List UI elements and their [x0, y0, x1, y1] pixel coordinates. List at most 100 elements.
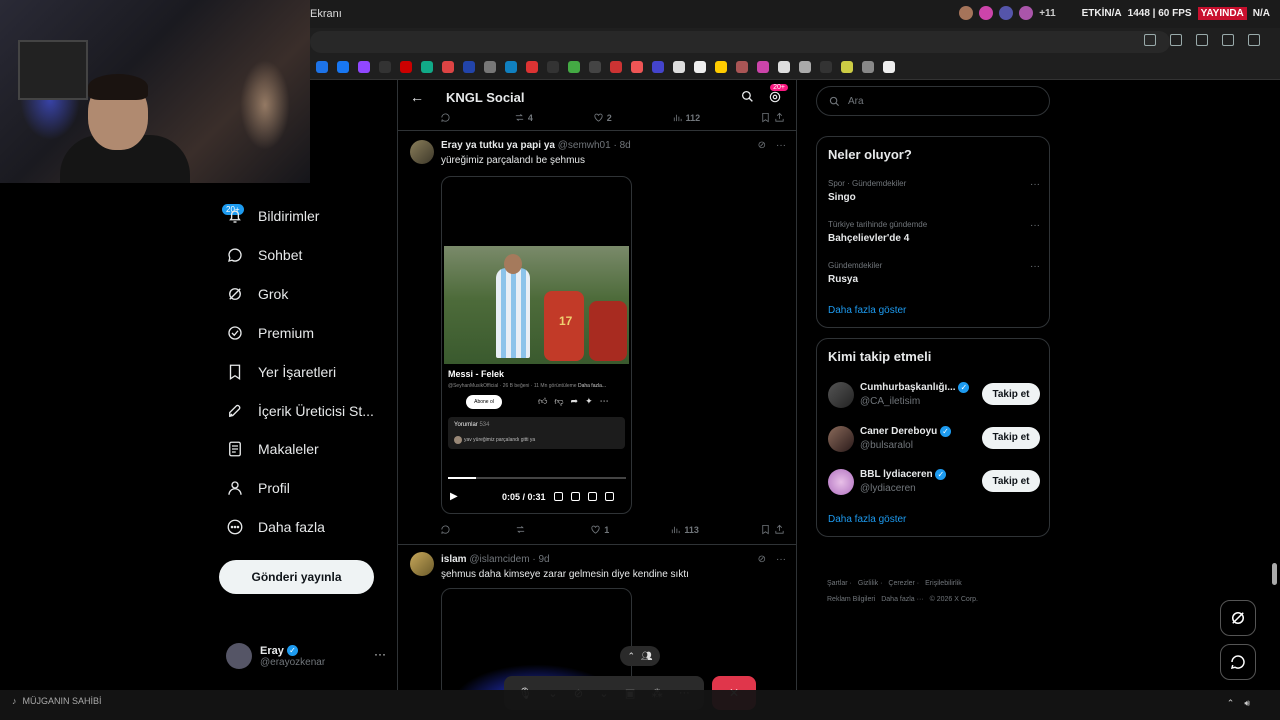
subscribe-button[interactable]: Abone ol [466, 395, 502, 409]
nav-item-bell[interactable]: Bildirimler [226, 207, 319, 225]
share-icon[interactable]: ➦ [571, 396, 579, 407]
bookmark-favicon-icon[interactable] [631, 61, 643, 73]
bookmark-favicon-icon[interactable] [652, 61, 664, 73]
follow-suggestion[interactable]: Caner Dereboyu ✓ @bulsaralol Takip et [828, 425, 1040, 455]
retweet-button[interactable] [515, 524, 529, 535]
footer-link[interactable]: Daha fazla ··· [881, 596, 923, 603]
bookmark-favicon-icon[interactable] [589, 61, 601, 73]
nav-item-more-circle[interactable]: Daha fazla [226, 518, 325, 536]
bookmark-favicon-icon[interactable] [526, 61, 538, 73]
nav-item-article[interactable]: Makaleler [226, 440, 319, 458]
bookmark-favicon-icon[interactable] [694, 61, 706, 73]
thumbs-up-icon[interactable]: 👍︎ [538, 396, 547, 407]
bookmark-favicon-icon[interactable] [610, 61, 622, 73]
follow-suggestion[interactable]: BBL lydiaceren ✓ @lydiaceren Takip et [828, 468, 1040, 498]
views-button[interactable]: 113 [670, 524, 699, 535]
more-icon[interactable]: ··· [1030, 261, 1040, 272]
trends-show-more[interactable]: Daha fazla göster [828, 305, 906, 316]
bookmark-favicon-icon[interactable] [799, 61, 811, 73]
bookmark-favicon-icon[interactable] [400, 61, 412, 73]
extension-icon[interactable] [1144, 34, 1156, 46]
retweet-button[interactable]: 4 [514, 112, 533, 123]
avatar[interactable] [828, 469, 854, 495]
bookmark-favicon-icon[interactable] [673, 61, 685, 73]
search-input[interactable]: Ara [816, 86, 1050, 116]
follow-name[interactable]: Cumhurbaşkanlığı... ✓ [860, 382, 970, 393]
follow-button[interactable]: Takip et [982, 383, 1040, 405]
messages-float-button[interactable] [1220, 644, 1256, 680]
bookmark-favicon-icon[interactable] [421, 61, 433, 73]
avatar[interactable] [410, 552, 434, 576]
grok-float-button[interactable] [1220, 600, 1256, 636]
grok-explain-icon[interactable]: ⊘ [758, 140, 766, 151]
follow-name[interactable]: Caner Dereboyu ✓ [860, 425, 952, 437]
bookmark-share-buttons[interactable] [760, 112, 785, 123]
trend-item[interactable]: Türkiye tarihinde gündemde Bahçelievler'd… [828, 220, 1040, 244]
bookmark-favicon-icon[interactable] [337, 61, 349, 73]
bookmark-favicon-icon[interactable] [862, 61, 874, 73]
video-progress[interactable] [448, 477, 626, 479]
footer-link[interactable]: © 2026 X Corp. [930, 596, 978, 603]
bookmark-favicon-icon[interactable] [568, 61, 580, 73]
grok-explain-icon[interactable]: ⊘ [758, 554, 766, 565]
footer-link[interactable]: Reklam Bilgileri [827, 596, 875, 603]
nav-item-person[interactable]: Profil [226, 479, 290, 497]
avatar[interactable] [410, 140, 434, 164]
avatar[interactable] [828, 382, 854, 408]
volume-icon[interactable]: 🔊︎ [1244, 698, 1250, 709]
reply-button[interactable] [440, 112, 454, 123]
call-toggle[interactable]: ⌃ 👥︎ [620, 646, 660, 666]
footer-link[interactable]: Şartlar · [827, 580, 852, 587]
trend-item[interactable]: Spor · Gündemdekiler Singo ··· [828, 179, 1040, 203]
url-input[interactable] [310, 31, 1170, 53]
video-player[interactable] [441, 588, 632, 690]
bookmark-favicon-icon[interactable] [358, 61, 370, 73]
bookmark-favicon-icon[interactable] [715, 61, 727, 73]
avatar[interactable] [828, 425, 854, 452]
bookmark-favicon-icon[interactable] [757, 61, 769, 73]
trend-item[interactable]: Gündemdekiler Rusya ··· [828, 261, 1040, 285]
nav-item-premium[interactable]: Premium [226, 324, 314, 342]
views-button[interactable]: 112 [672, 112, 700, 123]
volume-icon[interactable] [554, 492, 563, 501]
back-arrow-icon[interactable]: ← [410, 89, 424, 105]
play-icon[interactable]: ▶ [450, 491, 458, 502]
star-icon[interactable] [1170, 34, 1182, 46]
more-icon[interactable]: ··· [374, 647, 386, 661]
footer-link[interactable]: Çerezler · [888, 580, 919, 587]
bookmark-favicon-icon[interactable] [316, 61, 328, 73]
bookmark-favicon-icon[interactable] [841, 61, 853, 73]
profile-icon[interactable] [1222, 34, 1234, 46]
search-icon[interactable] [741, 90, 754, 108]
follow-suggestion[interactable]: Cumhurbaşkanlığı... ✓ @CA_iletisim Takip e… [828, 381, 1040, 411]
tweet-author[interactable]: islam [441, 554, 467, 565]
footer-link[interactable]: Erişilebilirlik [925, 580, 962, 587]
bookmark-favicon-icon[interactable] [778, 61, 790, 73]
like-button[interactable]: 2 [593, 112, 612, 123]
account-switcher[interactable]: Eray ✓ @erayozkenar ··· [226, 643, 386, 669]
nav-item-grok[interactable]: Grok [226, 285, 288, 303]
more-icon[interactable]: ⋯ [600, 396, 609, 407]
video-player[interactable]: 17 Messi - Felek @SeyhanMusikOfficial · … [441, 176, 632, 514]
menu-icon[interactable] [1248, 34, 1260, 46]
fullscreen-icon[interactable] [605, 492, 614, 501]
nav-item-bookmark[interactable]: Yer İşaretleri [226, 363, 336, 381]
more-icon[interactable]: ··· [1030, 179, 1040, 190]
thumbs-down-icon[interactable]: 👎︎ [554, 396, 563, 407]
follow-name[interactable]: BBL lydiaceren ✓ [860, 469, 947, 480]
scrollbar[interactable] [1272, 563, 1277, 585]
follow-button[interactable]: Takip et [982, 426, 1040, 449]
bookmark-favicon-icon[interactable] [820, 61, 832, 73]
comments-preview[interactable]: Yorumlar 534 yav yüreğimiz parçalandı gi… [448, 417, 625, 449]
bookmark-share-buttons[interactable] [760, 524, 785, 535]
chevron-up-icon[interactable]: ⌃ [1227, 698, 1235, 709]
follow-button[interactable]: Takip et [982, 470, 1040, 492]
post-button[interactable]: Gönderi yayınla [219, 560, 374, 594]
follow-show-more[interactable]: Daha fazla göster [828, 514, 906, 525]
tweet-author[interactable]: Eray ya tutku ya papi ya [441, 140, 555, 151]
settings-icon[interactable] [571, 492, 580, 501]
bookmark-favicon-icon[interactable] [736, 61, 748, 73]
notification-gear-icon[interactable] [768, 90, 782, 109]
reply-button[interactable] [440, 524, 454, 535]
bookmark-favicon-icon[interactable] [505, 61, 517, 73]
